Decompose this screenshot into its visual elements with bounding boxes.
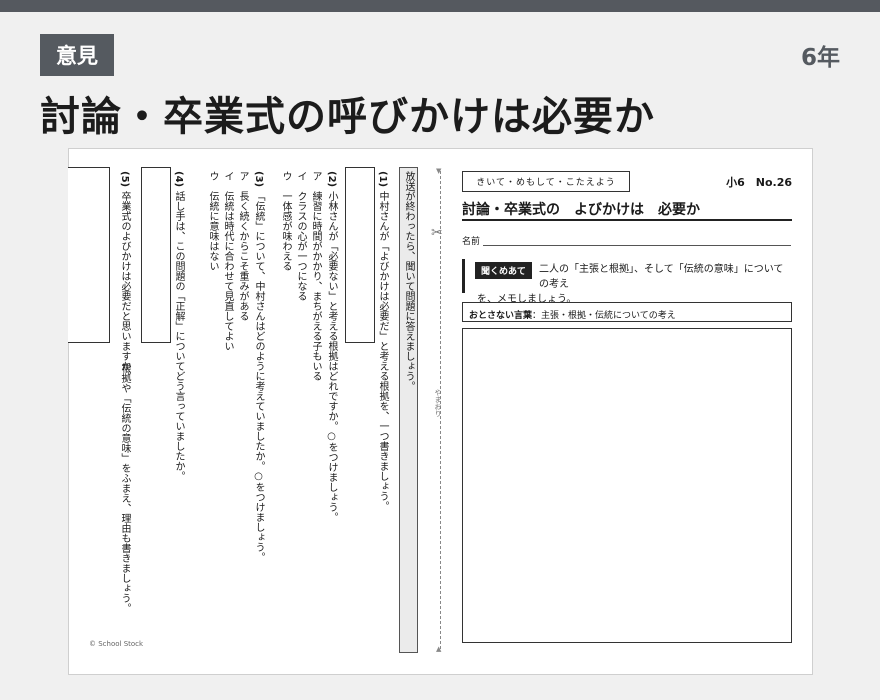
keywords-label: おとさない言葉: [469, 311, 533, 321]
intro-text: 放送が終わったら、聞いて問題に答えましょう。: [403, 171, 414, 391]
fold-arrow-top-icon: ▼: [436, 167, 442, 175]
worksheet-title: 討論・卒業式の よびかけは 必要か: [462, 202, 700, 218]
question-5-number: (5): [119, 171, 130, 188]
question-2-text: 小林さんが「必要ない」と考える根拠はどれですか。○をつけましょう。: [326, 191, 337, 522]
question-1-answer-box: [345, 167, 375, 343]
page-title: 討論・卒業式の呼びかけは必要か: [40, 94, 655, 140]
keywords-text: ：主張・根拠・伝統についての考え: [532, 311, 676, 321]
listening-goal: 二人の「主張と根拠」、そして「伝統の意味」についての考え を、メモしましょう。 …: [462, 259, 792, 305]
worksheet-preview: きいて・めもして・こたえよう 小6 No.26 討論・卒業式の よびかけは 必要…: [68, 148, 813, 675]
question-5-line-1: 卒業式のよびかけは必要だと思いますか。: [119, 191, 130, 381]
question-2-number: (2): [326, 171, 337, 188]
question-2-option-c: ウ 一体感が味わえる: [280, 171, 291, 271]
worksheet-issue-number: 小6 No.26: [726, 176, 792, 189]
question-3-number: (3): [253, 171, 264, 188]
category-badge: 意見: [40, 34, 114, 76]
listening-goal-tag: 聞くめあて: [475, 262, 532, 279]
question-5-answer-box: [68, 167, 110, 343]
question-2-option-b: イ クラスの心が一つになる: [295, 171, 306, 301]
question-4-text: 話し手は、この問題の「正解」についてどう言っていましたか。: [173, 191, 184, 481]
question-4-answer-box: [141, 167, 171, 343]
name-field-line: [483, 245, 791, 246]
copyright-text: © School Stock: [89, 640, 144, 648]
fold-arrow-bottom-icon: ▲: [436, 645, 442, 653]
keywords-box: おとさない言葉：主張・根拠・伝統についての考え: [462, 302, 792, 322]
title-divider: [462, 219, 792, 221]
memo-box: [462, 328, 792, 643]
name-label: 名前: [462, 237, 481, 247]
question-3-option-a: ア 長く続くからこそ重みがある: [237, 171, 248, 321]
question-3-text: 「伝統」について、中村さんはどのように考えていましたか。○をつけましょう。: [253, 191, 264, 562]
top-bar: [0, 0, 880, 12]
fold-label: やまおり: [434, 389, 442, 417]
question-5-line-2: 根拠や「伝統の意味」をふまえ、理由も書きましょう。: [119, 363, 130, 613]
question-4-number: (4): [173, 171, 184, 188]
scissors-icon: ✂: [431, 225, 443, 241]
question-3-option-b: イ 伝統は時代に合わせて見直してよい: [222, 171, 233, 351]
question-1-text: 中村さんが「よびかけは必要だ」と考える根拠を、一つ書きましょう。: [377, 191, 388, 511]
question-1-number: (1): [377, 171, 388, 188]
worksheet-strip-label: きいて・めもして・こたえよう: [462, 171, 630, 192]
question-2-option-a: ア 練習に時間がかかり、まちがえる子もいる: [310, 171, 321, 381]
grade-label: 6年: [800, 45, 840, 71]
question-3-option-c: ウ 伝統に意味はない: [207, 171, 218, 271]
